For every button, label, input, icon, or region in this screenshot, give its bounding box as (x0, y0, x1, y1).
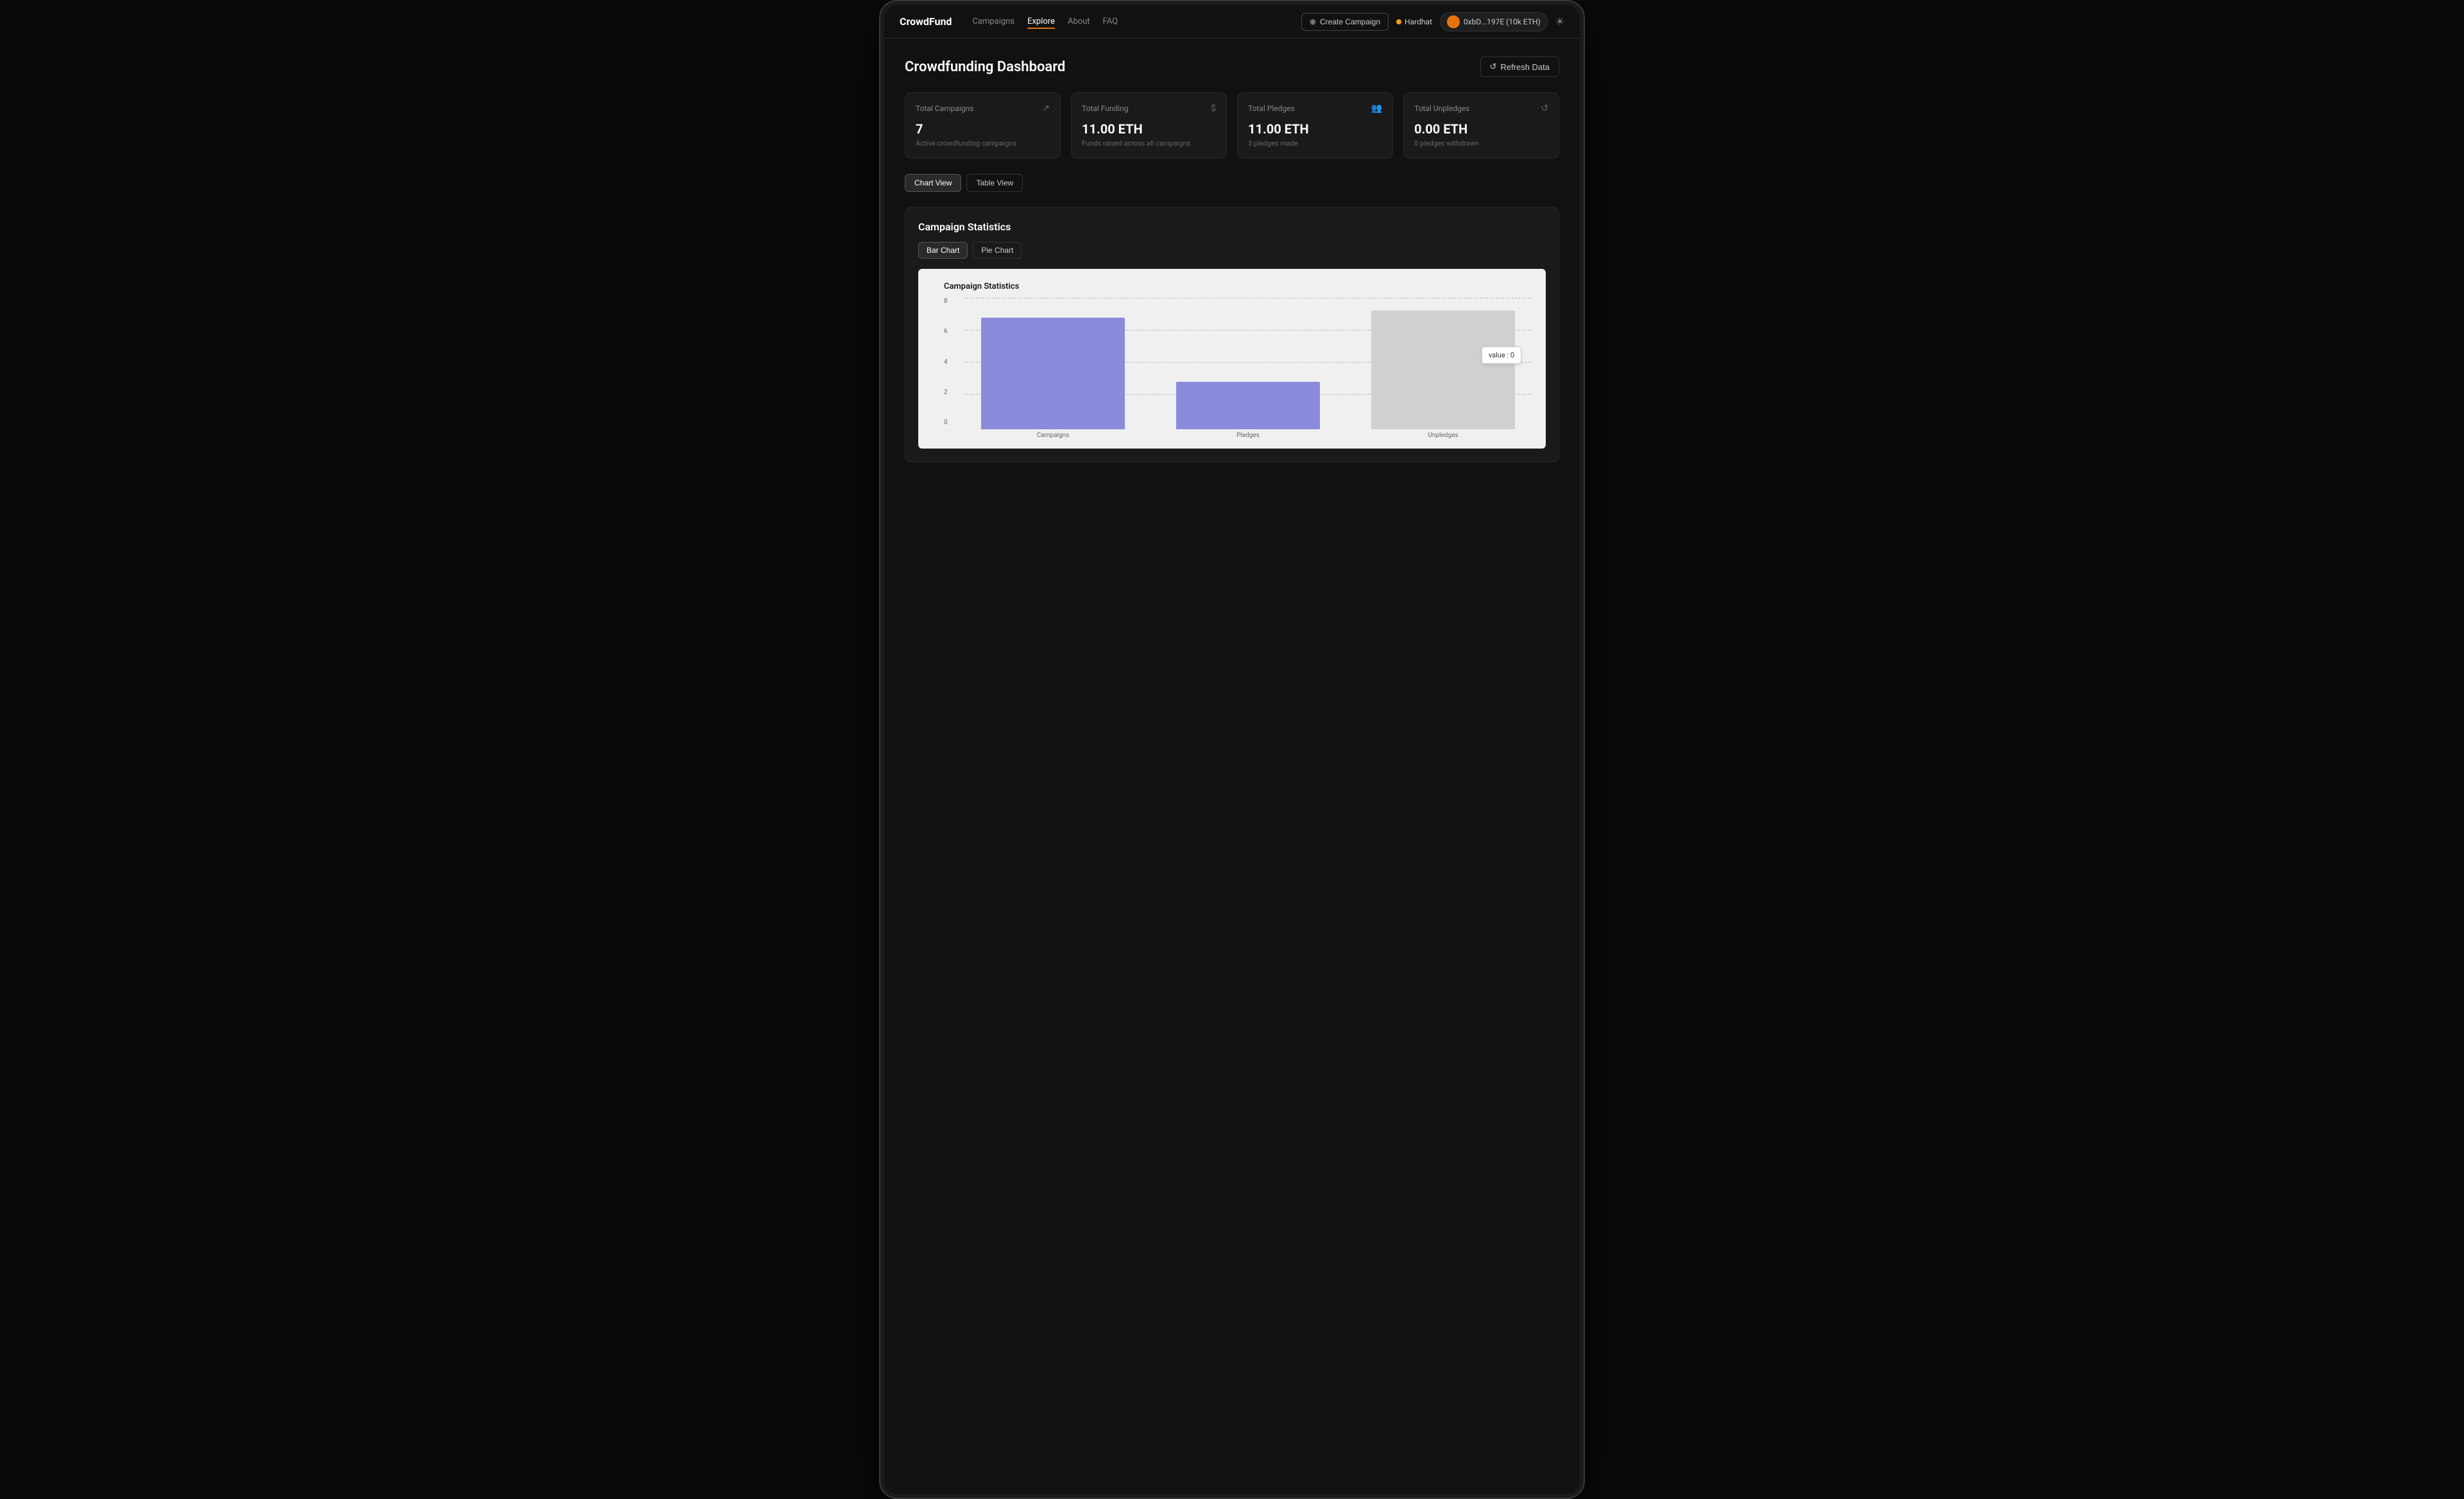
refresh-button[interactable]: ↺ Refresh Data (1480, 56, 1560, 77)
nav-explore[interactable]: Explore (1027, 14, 1055, 29)
y-label-4: 4 (944, 359, 948, 366)
chart-type-buttons: Bar Chart Pie Chart (918, 242, 1546, 259)
bar-group-pledges: Pledges (1158, 311, 1338, 439)
dollar-icon: $ (1211, 103, 1216, 114)
stat-value-unpledges: 0.00 ETH (1414, 121, 1548, 137)
stat-card-header-pledges: Total Pledges 👥 (1248, 103, 1382, 114)
refresh-icon: ↺ (1490, 62, 1497, 72)
chart-inner-title: Campaign Statistics (944, 282, 1533, 291)
nav-right: ⊕ Create Campaign Hardhat 0xbD...197E (1… (1301, 12, 1564, 31)
bars-container: Campaigns Pledges value : 0 (963, 311, 1533, 439)
stat-label-pledges: Total Pledges (1248, 104, 1295, 113)
chart-view-button[interactable]: Chart View (905, 174, 961, 192)
bar-chart-button[interactable]: Bar Chart (918, 242, 968, 259)
wallet-avatar (1447, 15, 1460, 28)
chart-container: Campaign Statistics 8 6 4 2 0 (918, 269, 1546, 449)
device-frame: CrowdFund Campaigns Explore About FAQ ⊕ … (879, 0, 1585, 1499)
bar-label-unpledges: Unpledges (1428, 432, 1458, 439)
device-inner: CrowdFund Campaigns Explore About FAQ ⊕ … (884, 5, 1580, 1494)
bar-pledges (1176, 382, 1320, 429)
stat-sub-funding: Funds raised across all campaigns (1082, 139, 1216, 148)
stat-sub-unpledges: 0 pledges withdrawn (1414, 139, 1548, 148)
people-icon: 👥 (1371, 103, 1382, 114)
chart-tooltip: value : 0 (1482, 347, 1521, 364)
stat-card-unpledges: Total Unpledges ↺ 0.00 ETH 0 pledges wit… (1403, 92, 1559, 158)
nav-links: Campaigns Explore About FAQ (972, 14, 1301, 29)
stat-sub-campaigns: Active crowdfunding campaigns (916, 139, 1050, 148)
navbar: CrowdFund Campaigns Explore About FAQ ⊕ … (884, 5, 1580, 39)
bar-label-campaigns: Campaigns (1037, 432, 1070, 439)
create-campaign-button[interactable]: ⊕ Create Campaign (1301, 13, 1389, 31)
stat-label-campaigns: Total Campaigns (916, 104, 973, 113)
wallet-address: 0xbD...197E (10k ETH) (1464, 17, 1541, 26)
table-view-button[interactable]: Table View (966, 174, 1023, 192)
network-label: Hardhat (1405, 17, 1432, 26)
stat-card-header: Total Campaigns ↗ (916, 103, 1050, 114)
y-label-2: 2 (944, 389, 948, 396)
bar-group-unpledges: value : 0 Unpledges (1353, 311, 1533, 439)
bar-unpledges: value : 0 (1371, 311, 1515, 429)
stat-value-campaigns: 7 (916, 121, 1050, 137)
dashboard-header: Crowdfunding Dashboard ↺ Refresh Data (905, 56, 1559, 77)
dashboard-title: Crowdfunding Dashboard (905, 59, 1065, 75)
y-label-8: 8 (944, 298, 948, 305)
stat-label-unpledges: Total Unpledges (1414, 104, 1469, 113)
chart-section-title: Campaign Statistics (918, 221, 1546, 233)
nav-about[interactable]: About (1068, 14, 1090, 29)
stat-card-pledges: Total Pledges 👥 11.00 ETH 3 pledges made (1237, 92, 1393, 158)
app-logo: CrowdFund (900, 15, 952, 28)
stat-value-funding: 11.00 ETH (1082, 121, 1216, 137)
create-campaign-label: Create Campaign (1320, 17, 1380, 26)
y-axis: 8 6 4 2 0 (944, 298, 952, 426)
network-dot (1396, 19, 1401, 24)
view-toggle: Chart View Table View (905, 174, 1559, 192)
trend-icon: ↗ (1042, 103, 1050, 114)
refresh-label: Refresh Data (1500, 62, 1550, 72)
nav-faq[interactable]: FAQ (1103, 14, 1118, 29)
stat-card-campaigns: Total Campaigns ↗ 7 Active crowdfunding … (905, 92, 1061, 158)
wallet-badge[interactable]: 0xbD...197E (10k ETH) (1440, 12, 1548, 31)
stats-grid: Total Campaigns ↗ 7 Active crowdfunding … (905, 92, 1559, 158)
y-label-0: 0 (944, 419, 948, 426)
stat-sub-pledges: 3 pledges made (1248, 139, 1382, 148)
bar-chart-area: 8 6 4 2 0 (944, 298, 1533, 439)
stat-card-header-funding: Total Funding $ (1082, 103, 1216, 114)
network-badge: Hardhat (1396, 17, 1432, 26)
bar-label-pledges: Pledges (1236, 432, 1260, 439)
plus-icon: ⊕ (1310, 17, 1316, 26)
bar-campaigns (981, 318, 1125, 429)
stat-label-funding: Total Funding (1082, 104, 1129, 113)
bar-group-campaigns: Campaigns (963, 311, 1143, 439)
stat-value-pledges: 11.00 ETH (1248, 121, 1382, 137)
pie-chart-button[interactable]: Pie Chart (973, 242, 1022, 259)
stat-card-header-unpledges: Total Unpledges ↺ (1414, 103, 1548, 114)
stat-card-funding: Total Funding $ 11.00 ETH Funds raised a… (1071, 92, 1227, 158)
y-label-6: 6 (944, 328, 948, 335)
theme-toggle-icon[interactable]: ☀ (1555, 15, 1564, 28)
nav-campaigns[interactable]: Campaigns (972, 14, 1014, 29)
main-content: Crowdfunding Dashboard ↺ Refresh Data To… (884, 39, 1580, 1494)
unpledge-icon: ↺ (1541, 103, 1548, 114)
chart-section: Campaign Statistics Bar Chart Pie Chart … (905, 207, 1559, 462)
